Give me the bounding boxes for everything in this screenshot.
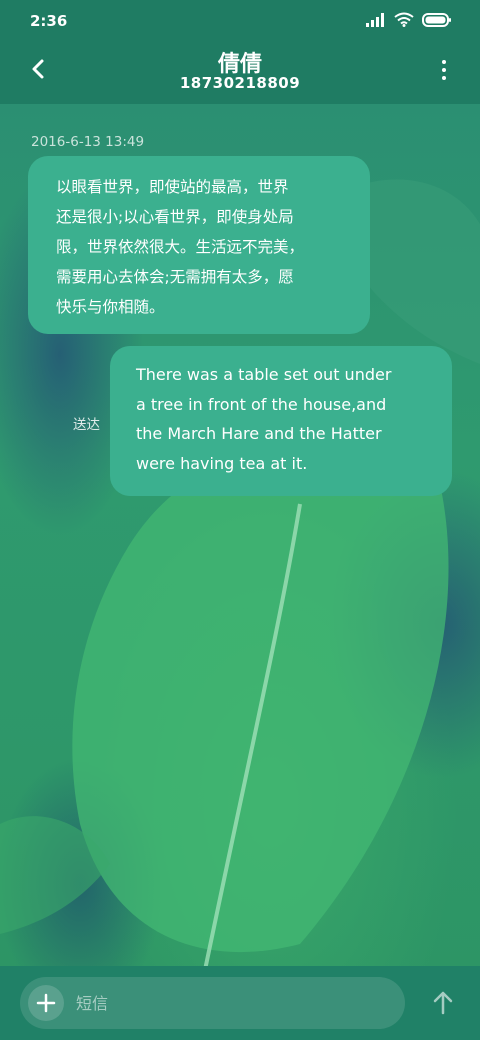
contact-phone-number: 18730218809 [179,74,301,92]
signal-icon [366,12,384,27]
message-line: There was a table set out under [136,365,392,384]
wifi-icon [394,12,414,27]
outgoing-message-bubble[interactable]: There was a table set out under a tree i… [110,346,452,496]
message-line: 需要用心去体会;无需拥有太多，愿 [56,268,294,286]
status-bar: 2:36 [0,0,480,40]
message-line: 以眼看世界，即使站的最高，世界 [56,178,289,196]
message-line: 限，世界依然很大。生活远不完美， [56,238,305,256]
message-line: a tree in front of the house,and [136,394,387,414]
message-line: 快乐与你相随。 [56,298,165,316]
plus-icon[interactable] [28,985,64,1021]
arrow-up-icon[interactable] [430,990,456,1016]
message-composer [0,966,480,1040]
message-line: the March Hare and the Hatter [136,424,382,443]
delivery-status: 送达 [73,417,100,433]
sms-input[interactable] [76,977,376,1029]
message-line: were having tea at it. [136,453,308,473]
composer-input-container [20,977,405,1029]
incoming-message-bubble[interactable]: 以眼看世界，即使站的最高，世界 还是很小;以心看世界，即使身处局 限，世界依然很… [28,156,370,334]
conversation-header: 倩倩 18730218809 [0,40,480,104]
battery-icon [422,12,451,27]
more-vertical-icon[interactable] [434,58,454,82]
message-timestamp: 2016-6-13 13:49 [31,134,145,150]
status-icons [366,12,452,27]
message-line: 还是很小;以心看世界，即使身处局 [56,208,294,226]
status-time: 2:36 [30,12,68,30]
